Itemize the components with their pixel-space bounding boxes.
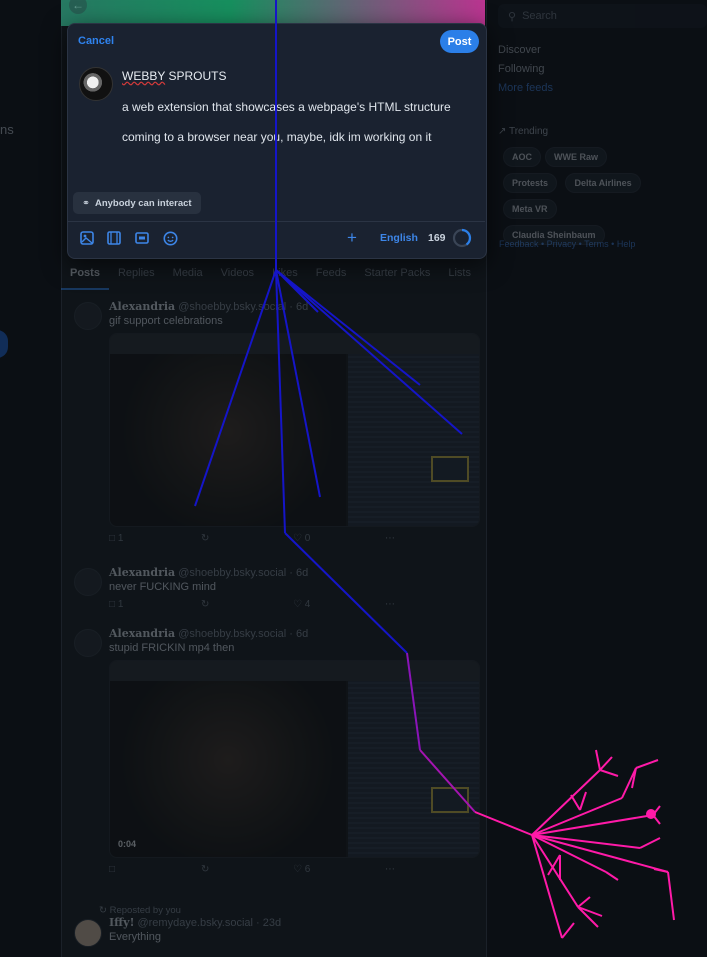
profile-tabs: Posts Replies Media Videos Likes Feeds S… [61, 262, 485, 290]
more-icon[interactable]: ⋯ [385, 864, 477, 875]
composer-text-title[interactable]: WEBBY SPROUTS [122, 69, 226, 83]
reply-icon[interactable]: □ 1 [109, 599, 201, 610]
post-handle[interactable]: @shoebby.bsky.social [178, 567, 286, 579]
tab-media[interactable]: Media [164, 262, 212, 290]
nav-fragment: ns [0, 122, 14, 137]
post-text: stupid FRICKIN mp4 then [109, 642, 235, 654]
trending-panel: ↗ Trending AOC WWE Raw Protests Delta Airl… [498, 126, 707, 251]
trending-chip[interactable]: Meta VR [503, 199, 557, 219]
post-actions: □ 1 ↻ ♡ 0 ⋯ [109, 533, 480, 544]
like-icon[interactable]: ♡ 0 [293, 533, 385, 544]
title-word: WEBBY [122, 69, 166, 83]
post-age: 23d [262, 917, 282, 929]
more-icon[interactable]: ⋯ [385, 533, 477, 544]
compose-fab[interactable] [0, 330, 8, 358]
repost-icon[interactable]: ↻ [201, 599, 293, 610]
tab-posts[interactable]: Posts [61, 262, 109, 290]
post-media[interactable] [109, 333, 480, 527]
like-icon[interactable]: ♡ 6 [293, 864, 385, 875]
post-item[interactable]: Alexandria @shoebby.bsky.social · 6d gif… [70, 300, 480, 544]
character-progress-ring [452, 228, 472, 248]
post-header: Alexandria @shoebby.bsky.social · 6d [109, 627, 309, 640]
tab-likes[interactable]: Likes [263, 262, 307, 290]
composer-text-line[interactable]: coming to a browser near you, maybe, idk… [122, 130, 431, 144]
trending-chip[interactable]: AOC [503, 147, 541, 167]
avatar[interactable] [74, 629, 102, 657]
post-author[interactable]: Iffy! [109, 916, 134, 929]
post-handle[interactable]: @remydaye.bsky.social [137, 917, 253, 929]
search-icon: ⚲ [508, 10, 517, 23]
post-handle[interactable]: @shoebby.bsky.social [178, 628, 286, 640]
trending-chip[interactable]: Delta Airlines [565, 173, 641, 193]
link-following[interactable]: Following [498, 63, 707, 75]
post-age: 6d [296, 567, 309, 579]
avatar[interactable] [74, 919, 102, 947]
post-age: 6d [296, 628, 309, 640]
trending-list: AOC WWE Raw Protests Delta Airlines Meta VR… [498, 147, 663, 251]
more-icon[interactable]: ⋯ [385, 599, 477, 610]
character-count: 169 [428, 232, 446, 244]
avatar[interactable] [79, 67, 113, 101]
cancel-button[interactable]: Cancel [78, 35, 114, 47]
post-button[interactable]: Post [440, 30, 479, 53]
add-thread-icon[interactable]: + [347, 228, 357, 248]
repost-icon[interactable]: ↻ [201, 533, 293, 544]
search-placeholder: Search [522, 10, 557, 22]
image-icon[interactable] [79, 230, 95, 246]
post-actions: □ 1 ↻ ♡ 4 ⋯ [109, 599, 480, 610]
trending-title: ↗ Trending [498, 126, 549, 137]
post-age: 6d [296, 301, 309, 313]
interaction-label: Anybody can interact [94, 197, 192, 209]
post-video[interactable]: 0:04 [109, 660, 480, 858]
post-header: Iffy! @remydaye.bsky.social · 23d [109, 916, 282, 929]
avatar[interactable] [74, 568, 102, 596]
interaction-settings-button[interactable]: ⚭ Anybody can interact [73, 192, 201, 214]
tab-lists[interactable]: Lists [439, 262, 480, 290]
post-header: Alexandria @shoebby.bsky.social · 6d [109, 566, 309, 579]
post-text: never FUCKING mind [109, 581, 216, 593]
like-icon[interactable]: ♡ 4 [293, 599, 385, 610]
emoji-icon[interactable] [162, 230, 178, 246]
post-author[interactable]: Alexandria [109, 627, 175, 640]
trending-chip[interactable]: Protests [503, 173, 558, 193]
footer-links[interactable]: Feedback • Privacy • Terms • Help [499, 239, 635, 249]
search-input[interactable]: ⚲ Search [498, 4, 707, 28]
feeds-links: Discover Following More feeds [498, 44, 707, 94]
repost-icon[interactable]: ↻ [201, 864, 293, 875]
post-actions: □ ↻ ♡ 6 ⋯ [109, 864, 480, 875]
trending-chip[interactable]: WWE Raw [545, 147, 607, 167]
tab-videos[interactable]: Videos [212, 262, 263, 290]
post-header: Alexandria @shoebby.bsky.social · 6d [109, 300, 309, 313]
post-handle[interactable]: @shoebby.bsky.social [178, 301, 286, 313]
reply-icon[interactable]: □ 1 [109, 533, 201, 544]
avatar[interactable] [74, 302, 102, 330]
post-item[interactable]: Alexandria @shoebby.bsky.social · 6d stu… [70, 627, 480, 875]
post-item[interactable]: Alexandria @shoebby.bsky.social · 6d nev… [70, 566, 480, 610]
title-rest: SPROUTS [165, 69, 227, 83]
post-text: Everything [109, 931, 161, 943]
repost-label: ↻ Reposted by you [99, 905, 181, 916]
post-text: gif support celebrations [109, 315, 223, 327]
gif-icon[interactable] [134, 230, 150, 246]
composer-text-line[interactable]: a web extension that showcases a webpage… [122, 100, 451, 114]
globe-icon: ⚭ [82, 197, 90, 209]
tab-replies[interactable]: Replies [109, 262, 164, 290]
reply-icon[interactable]: □ [109, 864, 201, 875]
tab-starter-packs[interactable]: Starter Packs [355, 262, 439, 290]
video-icon[interactable] [106, 230, 122, 246]
post-item[interactable]: ↻ Reposted by you Iffy! @remydaye.bsky.s… [70, 905, 480, 947]
divider [67, 221, 485, 222]
link-discover[interactable]: Discover [498, 44, 707, 56]
post-author[interactable]: Alexandria [109, 300, 175, 313]
tab-feeds[interactable]: Feeds [307, 262, 356, 290]
video-duration: 0:04 [118, 839, 137, 849]
link-more-feeds[interactable]: More feeds [498, 82, 707, 94]
language-selector[interactable]: English [380, 232, 418, 244]
post-author[interactable]: Alexandria [109, 566, 175, 579]
